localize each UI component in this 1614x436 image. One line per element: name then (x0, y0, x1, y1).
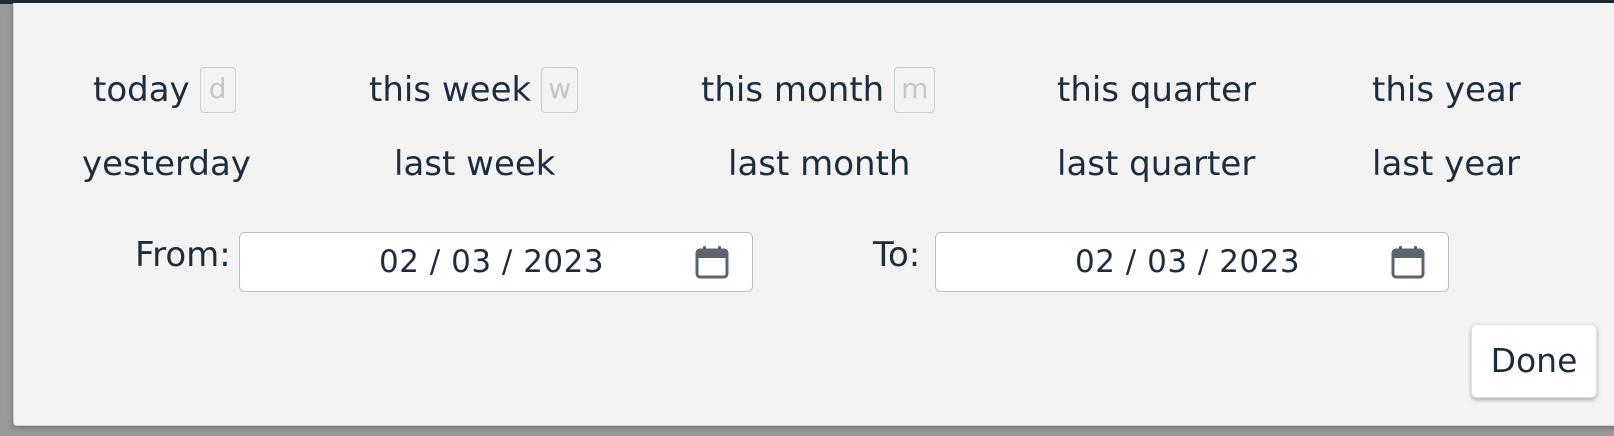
from-label: From: (135, 235, 231, 275)
shortcut-label: last month (728, 144, 911, 184)
keyboard-hint-w: w (541, 67, 579, 113)
shortcut-last-year[interactable]: last year (1372, 147, 1520, 181)
keyboard-hint-m: m (894, 67, 936, 113)
done-button[interactable]: Done (1471, 324, 1597, 398)
shortcut-label: today (93, 70, 190, 110)
shortcut-label: last year (1372, 144, 1520, 184)
shortcut-last-quarter[interactable]: last quarter (1057, 147, 1255, 181)
shortcut-label: this month (701, 70, 885, 110)
shortcut-this-quarter[interactable]: this quarter (1057, 73, 1256, 107)
calendar-icon[interactable] (1391, 245, 1425, 279)
from-date-input[interactable]: 02 / 03 / 2023 (239, 232, 753, 292)
shortcut-today[interactable]: today d (93, 67, 236, 113)
shortcut-label: this quarter (1057, 70, 1257, 110)
shortcut-label: last week (394, 144, 556, 184)
shortcut-label: last quarter (1057, 144, 1256, 184)
shortcut-this-month[interactable]: this month m (701, 67, 936, 113)
shortcut-last-month[interactable]: last month (728, 147, 910, 181)
shortcut-label: this year (1372, 70, 1521, 110)
shortcut-label: yesterday (82, 144, 251, 184)
from-date-value: 02 / 03 / 2023 (379, 244, 605, 280)
shortcut-this-year[interactable]: this year (1372, 73, 1521, 107)
to-label: To: (873, 235, 921, 275)
date-range-picker-panel: today d this week w this month m this qu… (13, 3, 1614, 426)
to-date-input[interactable]: 02 / 03 / 2023 (935, 232, 1449, 292)
shortcut-label: this week (369, 70, 532, 110)
shortcut-yesterday[interactable]: yesterday (82, 147, 251, 181)
keyboard-hint-d: d (199, 67, 236, 113)
to-date-value: 02 / 03 / 2023 (1075, 244, 1301, 280)
shortcut-this-week[interactable]: this week w (369, 67, 579, 113)
calendar-icon[interactable] (695, 245, 729, 279)
shortcut-last-week[interactable]: last week (394, 147, 555, 181)
